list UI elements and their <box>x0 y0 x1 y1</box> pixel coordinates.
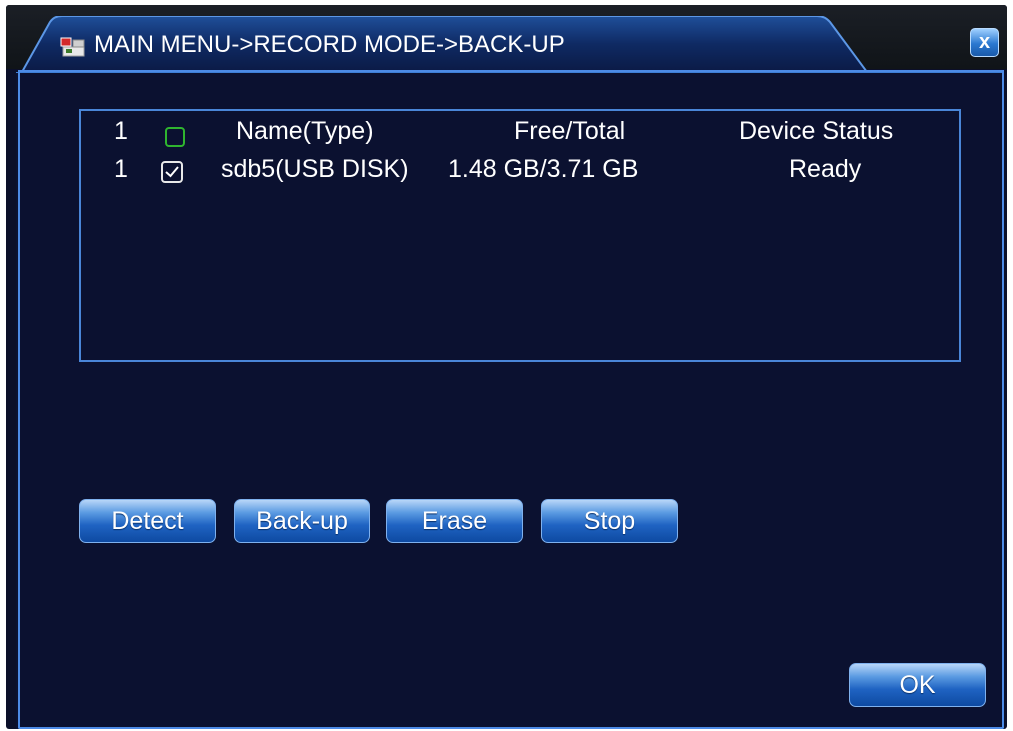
erase-button[interactable]: Erase <box>386 499 523 543</box>
header-index: 1 <box>114 117 128 145</box>
backup-button[interactable]: Back-up <box>234 499 370 543</box>
row-device-status: Ready <box>789 155 862 183</box>
header-free-total: Free/Total <box>514 117 626 145</box>
header-device-status: Device Status <box>739 117 894 145</box>
stop-button[interactable]: Stop <box>541 499 678 543</box>
row-free-total: 1.48 GB/3.71 GB <box>448 155 639 183</box>
table-row[interactable]: 1 sdb5(USB DISK) 1.48 GB/3.71 GB Ready <box>81 155 959 191</box>
menu-record-icon <box>60 37 85 57</box>
ok-button[interactable]: OK <box>849 663 986 707</box>
device-list[interactable]: 1 Name(Type) Free/Total Device Status 1 … <box>79 109 961 362</box>
select-all-checkbox[interactable] <box>165 127 185 147</box>
screen: MAIN MENU->RECORD MODE->BACK-UP x 1 Name… <box>0 0 1013 731</box>
close-icon: x <box>978 31 991 53</box>
header-name: Name(Type) <box>236 117 374 145</box>
close-button[interactable]: x <box>970 28 999 57</box>
checkmark-icon <box>165 166 179 178</box>
row-name: sdb5(USB DISK) <box>221 155 409 183</box>
device-list-header: 1 Name(Type) Free/Total Device Status <box>81 117 959 153</box>
row-index: 1 <box>114 155 128 183</box>
device-select-checkbox[interactable] <box>161 161 183 183</box>
detect-button[interactable]: Detect <box>79 499 216 543</box>
page-title: MAIN MENU->RECORD MODE->BACK-UP <box>94 31 565 58</box>
